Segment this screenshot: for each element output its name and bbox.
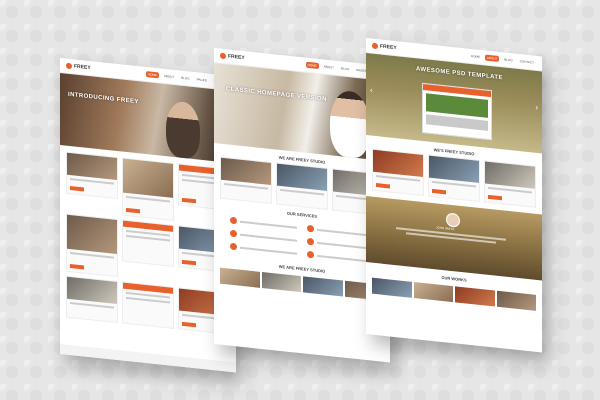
brand-logo: FREEY xyxy=(372,42,397,52)
studio-card[interactable] xyxy=(276,162,328,210)
brand-logo: FREEY xyxy=(66,62,91,72)
brand-name: FREEY xyxy=(228,53,245,62)
studio-card[interactable] xyxy=(484,160,536,208)
template-sheet-1: FREEY HOME ABOUT BLOG PAGES CONTACT INTR… xyxy=(60,58,236,373)
portfolio-item[interactable] xyxy=(496,290,536,311)
brand-name: FREEY xyxy=(74,63,91,72)
blog-grid xyxy=(60,151,236,335)
service-icon xyxy=(230,242,237,251)
nav-item-pages[interactable]: PAGES xyxy=(195,76,209,83)
blog-card[interactable] xyxy=(122,219,174,267)
service-item xyxy=(230,216,297,231)
nav-item-contact[interactable]: CONTACT xyxy=(518,58,536,66)
avatar xyxy=(446,212,460,228)
portfolio-item[interactable] xyxy=(261,271,301,293)
nav-item-about[interactable]: ABOUT xyxy=(322,63,336,71)
studio-card[interactable] xyxy=(220,156,272,205)
service-icon xyxy=(230,216,237,225)
portfolio-item[interactable] xyxy=(220,267,260,288)
logo-icon xyxy=(220,52,226,60)
brand-logo: FREEY xyxy=(220,52,245,62)
studio-card[interactable] xyxy=(428,154,480,202)
logo-icon xyxy=(66,62,72,70)
brand-name: FREEY xyxy=(380,43,397,52)
nav-item-home[interactable]: HOME xyxy=(145,71,159,79)
logo-icon xyxy=(372,42,378,50)
blog-card[interactable] xyxy=(122,157,174,221)
blog-card[interactable] xyxy=(66,213,118,278)
service-icon xyxy=(230,229,237,238)
service-item xyxy=(230,242,297,257)
hero-title: CLASSIC HOMEPAGE VERSION xyxy=(226,86,327,103)
template-sheet-2: FREEY HOME ABOUT BLOG PAGES SHOP CLASSIC… xyxy=(214,48,390,363)
hero-person-image xyxy=(330,89,370,160)
nav-item-blog[interactable]: BLOG xyxy=(339,65,351,72)
service-icon xyxy=(307,224,314,233)
studio-card[interactable] xyxy=(372,148,424,197)
nav-item-home[interactable]: HOME xyxy=(469,53,482,60)
nav-item-about[interactable]: ABOUT xyxy=(485,54,500,63)
service-icon xyxy=(307,237,314,246)
nav-item-home[interactable]: HOME xyxy=(305,61,319,70)
portfolio-item[interactable] xyxy=(413,281,453,303)
hero-title: INTRODUCING FREEY xyxy=(68,91,139,106)
template-sheet-3: FREEY HOME ABOUT BLOG CONTACT AWESOME PS… xyxy=(366,38,542,353)
device-mockup xyxy=(422,82,492,141)
testimonial-name: JOHN SMITH xyxy=(436,225,455,232)
nav-item-blog[interactable]: BLOG xyxy=(502,56,514,63)
blog-card[interactable] xyxy=(66,275,118,324)
service-item xyxy=(307,250,374,265)
service-item xyxy=(307,224,374,239)
nav-item-about[interactable]: ABOUT xyxy=(162,73,176,81)
service-icon xyxy=(307,250,314,259)
nav-item-blog[interactable]: BLOG xyxy=(179,75,191,82)
portfolio-item[interactable] xyxy=(372,277,412,298)
blog-card[interactable] xyxy=(66,151,118,200)
portfolio-item[interactable] xyxy=(455,286,495,307)
chevron-right-icon[interactable]: › xyxy=(535,103,538,112)
chevron-left-icon[interactable]: ‹ xyxy=(370,85,373,94)
hero-person-image xyxy=(166,100,200,160)
service-item xyxy=(230,229,297,244)
portfolio-item[interactable] xyxy=(303,276,343,297)
hero-banner: CLASSIC HOMEPAGE VERSION xyxy=(214,63,390,162)
hero-title: AWESOME PSD TEMPLATE xyxy=(416,66,503,82)
service-item xyxy=(307,237,374,252)
blog-card[interactable] xyxy=(122,281,174,329)
hero-banner: AWESOME PSD TEMPLATE ‹ › xyxy=(366,53,542,154)
